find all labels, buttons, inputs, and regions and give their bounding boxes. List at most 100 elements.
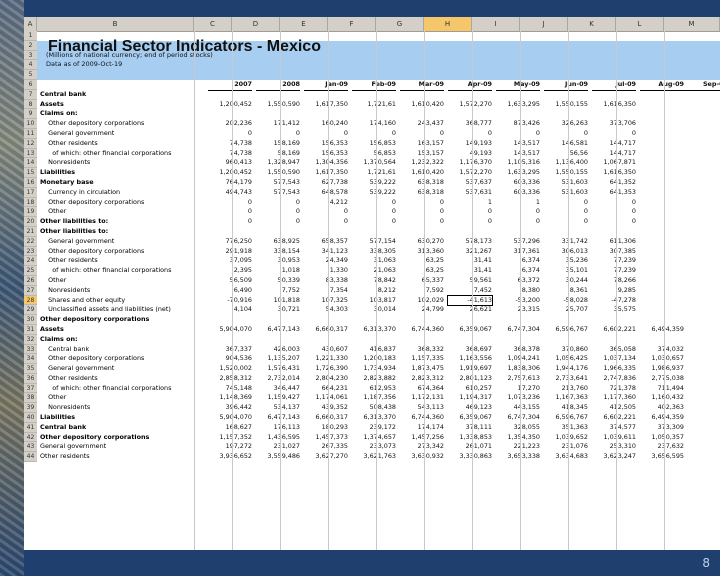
data-cell[interactable]: 368,378 <box>496 345 540 355</box>
data-cell[interactable]: 6,494,359 <box>640 325 684 335</box>
data-cell[interactable]: 1,633,295 <box>496 168 540 178</box>
data-cell[interactable]: 49,193 <box>448 149 492 159</box>
data-cell[interactable]: 35,236 <box>544 256 588 266</box>
data-cell[interactable]: 6,602,221 <box>592 413 636 423</box>
data-cell[interactable]: 1,187,356 <box>352 393 396 403</box>
data-cell[interactable]: 1,617,350 <box>304 100 348 110</box>
row-number[interactable]: 3 <box>24 50 37 61</box>
data-cell[interactable]: 1,338,853 <box>448 433 492 443</box>
data-cell[interactable]: 26,621 <box>448 305 492 315</box>
data-cell[interactable]: 3,330,863 <box>448 452 492 462</box>
row-label[interactable]: Other depository corporations <box>40 315 210 325</box>
data-cell[interactable]: 1,374,657 <box>352 433 396 443</box>
data-cell[interactable]: 1,610,420 <box>400 168 444 178</box>
data-cell[interactable]: 1,572,270 <box>448 168 492 178</box>
data-cell[interactable]: 1,721,61 <box>352 168 396 178</box>
data-cell[interactable]: 3,623,247 <box>592 452 636 462</box>
data-cell[interactable]: 213,760 <box>544 384 588 394</box>
row-label[interactable]: Other residents <box>40 374 210 384</box>
data-cell[interactable]: 1 <box>496 198 540 208</box>
row-number[interactable]: 19 <box>24 207 37 218</box>
column-header-d[interactable]: D <box>232 17 280 31</box>
data-cell[interactable]: 1,105,316 <box>496 158 540 168</box>
data-cell[interactable]: 1,232,322 <box>400 158 444 168</box>
data-cell[interactable]: 8,361 <box>544 286 588 296</box>
row-label[interactable]: General government <box>40 129 210 139</box>
data-cell[interactable]: 0 <box>496 217 540 227</box>
data-cell[interactable]: 0 <box>256 207 300 217</box>
row-number[interactable]: 44 <box>24 452 37 463</box>
spreadsheet[interactable]: ABCDEFGHIJKLM 1 2 Financial Sector Indicat… <box>24 17 720 550</box>
row-number[interactable]: 25 <box>24 266 37 276</box>
data-cell[interactable]: 6,490 <box>208 286 252 296</box>
data-cell[interactable]: 5,904,070 <box>208 325 252 335</box>
data-cell[interactable]: 418,345 <box>544 403 588 413</box>
row-label[interactable]: Other <box>40 276 210 286</box>
data-cell[interactable]: 0 <box>448 207 492 217</box>
data-cell[interactable]: 261,071 <box>448 442 492 452</box>
data-cell[interactable]: 8,212 <box>352 286 396 296</box>
data-cell[interactable]: 1,370,564 <box>352 158 396 168</box>
data-cell[interactable]: -58,028 <box>544 296 588 306</box>
data-cell[interactable]: 0 <box>400 129 444 139</box>
data-cell[interactable]: 83,338 <box>304 276 348 286</box>
data-cell[interactable]: 102,029 <box>400 296 444 306</box>
column-header-g[interactable]: G <box>376 17 424 31</box>
data-cell[interactable]: 338,305 <box>352 247 396 257</box>
data-cell[interactable]: 1,221,330 <box>304 354 348 364</box>
data-cell[interactable]: 641,352 <box>592 178 636 188</box>
data-cell[interactable]: 1,944,176 <box>544 364 588 374</box>
data-cell[interactable]: 103,817 <box>352 296 396 306</box>
data-cell[interactable]: 1,721,61 <box>352 100 396 110</box>
data-cell[interactable]: 443,155 <box>496 403 540 413</box>
data-cell[interactable]: 1,617,350 <box>304 168 348 178</box>
data-cell[interactable]: 0 <box>352 129 396 139</box>
data-cell[interactable]: 153,157 <box>400 149 444 159</box>
data-cell[interactable]: 539,222 <box>352 178 396 188</box>
column-header-m[interactable]: M <box>664 17 720 31</box>
data-cell[interactable]: 107,325 <box>304 296 348 306</box>
data-cell[interactable]: 326,263 <box>544 119 588 129</box>
data-cell[interactable]: 307,385 <box>592 247 636 257</box>
data-cell[interactable]: 2,823,882 <box>352 374 396 384</box>
data-cell[interactable]: 78,842 <box>352 276 396 286</box>
row-number[interactable]: 35 <box>24 364 37 374</box>
data-cell[interactable]: 537,296 <box>496 237 540 247</box>
data-cell[interactable]: 338,154 <box>256 247 300 257</box>
data-cell[interactable]: 1,919,697 <box>448 364 492 374</box>
row-label[interactable]: Assets <box>40 100 210 110</box>
data-cell[interactable]: 163,157 <box>400 139 444 149</box>
column-header-l[interactable]: L <box>616 17 664 31</box>
row-label[interactable]: Other depository corporations <box>40 433 210 443</box>
data-cell[interactable]: 5,904,070 <box>208 413 252 423</box>
data-cell[interactable]: 537,631 <box>448 188 492 198</box>
row-label[interactable]: Other liabilities to: <box>40 227 210 237</box>
data-cell[interactable]: 711,494 <box>640 384 684 394</box>
row-label[interactable]: Other depository corporations <box>40 354 210 364</box>
row-label[interactable]: Nonresidents <box>40 158 210 168</box>
data-cell[interactable]: 17,270 <box>496 384 540 394</box>
data-cell[interactable]: 603,336 <box>496 178 540 188</box>
row-number[interactable]: 11 <box>24 128 37 139</box>
data-cell[interactable]: 267,335 <box>304 442 348 452</box>
data-cell[interactable]: 1,067,871 <box>592 158 636 168</box>
data-cell[interactable]: 1,550,155 <box>544 100 588 110</box>
data-cell[interactable]: 0 <box>256 217 300 227</box>
data-cell[interactable]: 412,505 <box>592 403 636 413</box>
data-cell[interactable]: 674,364 <box>400 384 444 394</box>
data-cell[interactable]: 2,747,836 <box>592 374 636 384</box>
data-cell[interactable]: 0 <box>208 198 252 208</box>
data-cell[interactable]: 341,123 <box>304 247 348 257</box>
data-cell[interactable]: 3,621,763 <box>352 452 396 462</box>
data-cell[interactable]: 1 <box>448 198 492 208</box>
data-cell[interactable]: 1,094,241 <box>496 354 540 364</box>
row-number[interactable]: 13 <box>24 148 37 159</box>
data-cell[interactable]: 6,747,304 <box>496 413 540 423</box>
data-cell[interactable]: 1,616,350 <box>592 168 636 178</box>
row-number[interactable]: 6 <box>24 79 37 90</box>
data-cell[interactable]: 321,267 <box>448 247 492 257</box>
row-label[interactable]: Other depository corporations <box>40 119 210 129</box>
data-cell[interactable]: 146,581 <box>544 139 588 149</box>
data-cell[interactable]: 1,163,556 <box>448 354 492 364</box>
data-cell[interactable]: 180,293 <box>304 423 348 433</box>
